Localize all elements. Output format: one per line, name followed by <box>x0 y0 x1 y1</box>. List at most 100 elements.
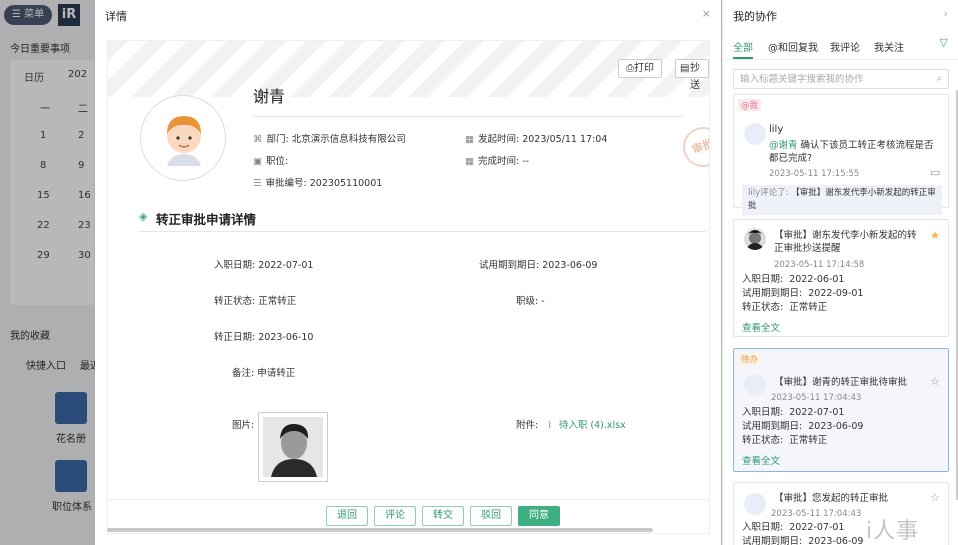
approval-no-value: 202305110001 <box>309 178 383 189</box>
dept-value: 北京演示信息科技有限公司 <box>291 134 406 145</box>
note-value: 申请转正 <box>257 368 296 379</box>
line-value: 2023-06-09 <box>808 421 864 432</box>
list-item[interactable]: @我 lily @谢青 确认下该员工转正考核流程是否都已完成? 2023-05-… <box>733 94 949 215</box>
card-line: 试用期到期日: 2022-09-01 <box>742 287 863 300</box>
attachment-field: 附件: ⌇ 待入职 (4).xlsx <box>516 417 626 431</box>
calendar-panel: 日历 202 一 二 1 2 8 9 15 16 22 23 29 30 <box>10 60 94 305</box>
approval-no-row: ☰ 审批编号: 202305110001 <box>253 175 382 189</box>
avatar <box>744 374 766 396</box>
list-icon: ☰ <box>253 178 262 189</box>
tab-my-comments[interactable]: 我评论 <box>830 39 860 54</box>
star-outline-icon[interactable]: ☆ <box>930 491 940 504</box>
view-full-link[interactable]: 查看全文 <box>742 320 780 334</box>
search-icon[interactable]: ⌕ <box>936 73 942 84</box>
line-label: 入职日期: <box>742 522 784 533</box>
paperclip-icon: ⌇ <box>547 420 552 431</box>
position-row: ▣ 职位: <box>253 153 288 167</box>
calendar-day[interactable]: 30 <box>78 250 91 261</box>
card-line: 入职日期: 2022-07-01 <box>742 406 844 419</box>
todo-tag: 待办 <box>738 353 762 365</box>
close-icon[interactable]: × <box>702 7 711 20</box>
calendar-day[interactable]: 8 <box>40 160 46 171</box>
layers-icon: ◈ <box>139 210 148 223</box>
horizontal-scrollbar[interactable] <box>107 528 653 532</box>
card-title: 【审批】谢青的转正审批待审批 <box>774 377 908 388</box>
collaboration-panel: 我的协作 › 全部 @和回复我 我评论 我关注 ▽ ⌕ @我 lily @谢青 … <box>722 0 958 545</box>
regular-date-label: 转正日期: <box>214 332 256 343</box>
probation-end-field: 试用期到期日: 2023-06-09 <box>479 257 597 271</box>
calendar-day[interactable]: 22 <box>37 220 50 231</box>
calendar-day[interactable]: 29 <box>37 250 50 261</box>
avatar <box>744 493 766 515</box>
line-value: 2022-09-01 <box>808 288 864 299</box>
position-system-icon[interactable] <box>55 460 87 492</box>
calendar-tab[interactable]: 日历 <box>24 69 44 84</box>
active-tab-indicator <box>733 57 753 59</box>
level-value: - <box>541 296 545 307</box>
portrait-image <box>263 417 323 477</box>
list-item[interactable]: 【审批】谢东发代李小新发起的转正审批抄送提醒 ★ 2023-05-11 17:1… <box>733 219 949 337</box>
status-label: 转正状态: <box>214 296 256 307</box>
regular-date-value: 2023-06-10 <box>258 332 314 343</box>
entry-date-value: 2022-07-01 <box>258 260 314 271</box>
tab-mentions[interactable]: @和回复我 <box>768 39 818 54</box>
comment-user: lily <box>769 124 784 135</box>
comment-message: @谢青 确认下该员工转正考核流程是否都已完成? <box>769 139 941 165</box>
view-full-link[interactable]: 查看全文 <box>742 453 780 467</box>
section-divider <box>138 231 706 232</box>
star-outline-icon[interactable]: ☆ <box>930 375 940 388</box>
tab-all[interactable]: 全部 <box>733 39 753 54</box>
section-title: 转正审批申请详情 <box>156 212 257 227</box>
line-value: 2022-06-01 <box>789 274 845 285</box>
calendar-day[interactable]: 1 <box>40 130 46 141</box>
attachment-label: 附件: <box>516 420 539 431</box>
print-button[interactable]: ⎙打印 <box>618 59 662 78</box>
approve-button[interactable]: 同意 <box>518 506 560 526</box>
calendar-day[interactable]: 15 <box>37 190 50 201</box>
calendar-day[interactable]: 16 <box>78 190 91 201</box>
search-input[interactable] <box>734 70 924 88</box>
status-value: 正常转正 <box>258 296 297 307</box>
list-item-selected[interactable]: 待办 【审批】谢青的转正审批待审批 ☆ 2023-05-11 17:04:43 … <box>733 348 949 472</box>
name-divider <box>253 116 683 117</box>
approval-document: ⎙打印 ▤ 抄送 谢青 ⌘ 部门: 北京演示信息科技有限公司 ▣ 职位: ☰ 审… <box>107 40 710 534</box>
line-label: 试用期到期日: <box>742 536 803 545</box>
chevron-right-icon[interactable]: › <box>944 7 948 20</box>
calendar-icon: ▦ <box>465 156 474 167</box>
level-field: 职级: - <box>516 293 545 307</box>
note-label: 备注: <box>232 368 255 379</box>
comment-button[interactable]: 评论 <box>374 506 416 526</box>
applicant-photo[interactable] <box>258 412 328 482</box>
roster-icon[interactable] <box>55 392 87 424</box>
today-title: 今日重要事项 <box>10 44 70 55</box>
calendar-day[interactable]: 23 <box>78 220 91 231</box>
cc-icon: ▤ <box>680 63 690 74</box>
applicant-avatar <box>140 95 226 181</box>
card-line: 入职日期: 2022-06-01 <box>742 273 844 286</box>
star-icon[interactable]: ★ <box>930 229 940 242</box>
comment-bubble-icon[interactable]: ▭ <box>930 166 940 179</box>
tab-following[interactable]: 我关注 <box>874 39 904 54</box>
detail-modal: 详情 × ⎙打印 ▤ 抄送 谢青 ⌘ 部门: 北京演示信息科技有限公司 ▣ 职位: <box>95 0 721 545</box>
comment-time: 2023-05-11 17:15:55 <box>769 169 860 179</box>
calendar-day[interactable]: 9 <box>78 160 84 171</box>
return-button[interactable]: 退回 <box>326 506 368 526</box>
cc-label: 抄送 <box>690 63 700 91</box>
calendar-month: 202 <box>68 69 88 80</box>
cc-button[interactable]: ▤ 抄送 <box>675 59 709 91</box>
dept-row: ⌘ 部门: 北京演示信息科技有限公司 <box>253 131 406 145</box>
line-label: 入职日期: <box>742 274 784 285</box>
entry-date-field: 入职日期: 2022-07-01 <box>214 257 313 271</box>
filter-icon[interactable]: ▽ <box>940 36 948 49</box>
transfer-button[interactable]: 转交 <box>422 506 464 526</box>
calendar-day[interactable]: 2 <box>78 130 84 141</box>
attachment-link[interactable]: 待入职 (4).xlsx <box>559 420 626 431</box>
reject-button[interactable]: 驳回 <box>470 506 512 526</box>
fav-tab[interactable]: 快捷入口 <box>26 357 66 372</box>
entry-date-label: 入职日期: <box>214 260 256 271</box>
avatar-illustration <box>167 116 201 166</box>
finish-time-value: -- <box>522 156 530 167</box>
menu-button[interactable]: ☰ 菜单 <box>4 5 52 25</box>
card-line: 试用期到期日: 2023-06-09 <box>742 535 863 545</box>
mention-user[interactable]: @谢青 <box>769 140 798 151</box>
